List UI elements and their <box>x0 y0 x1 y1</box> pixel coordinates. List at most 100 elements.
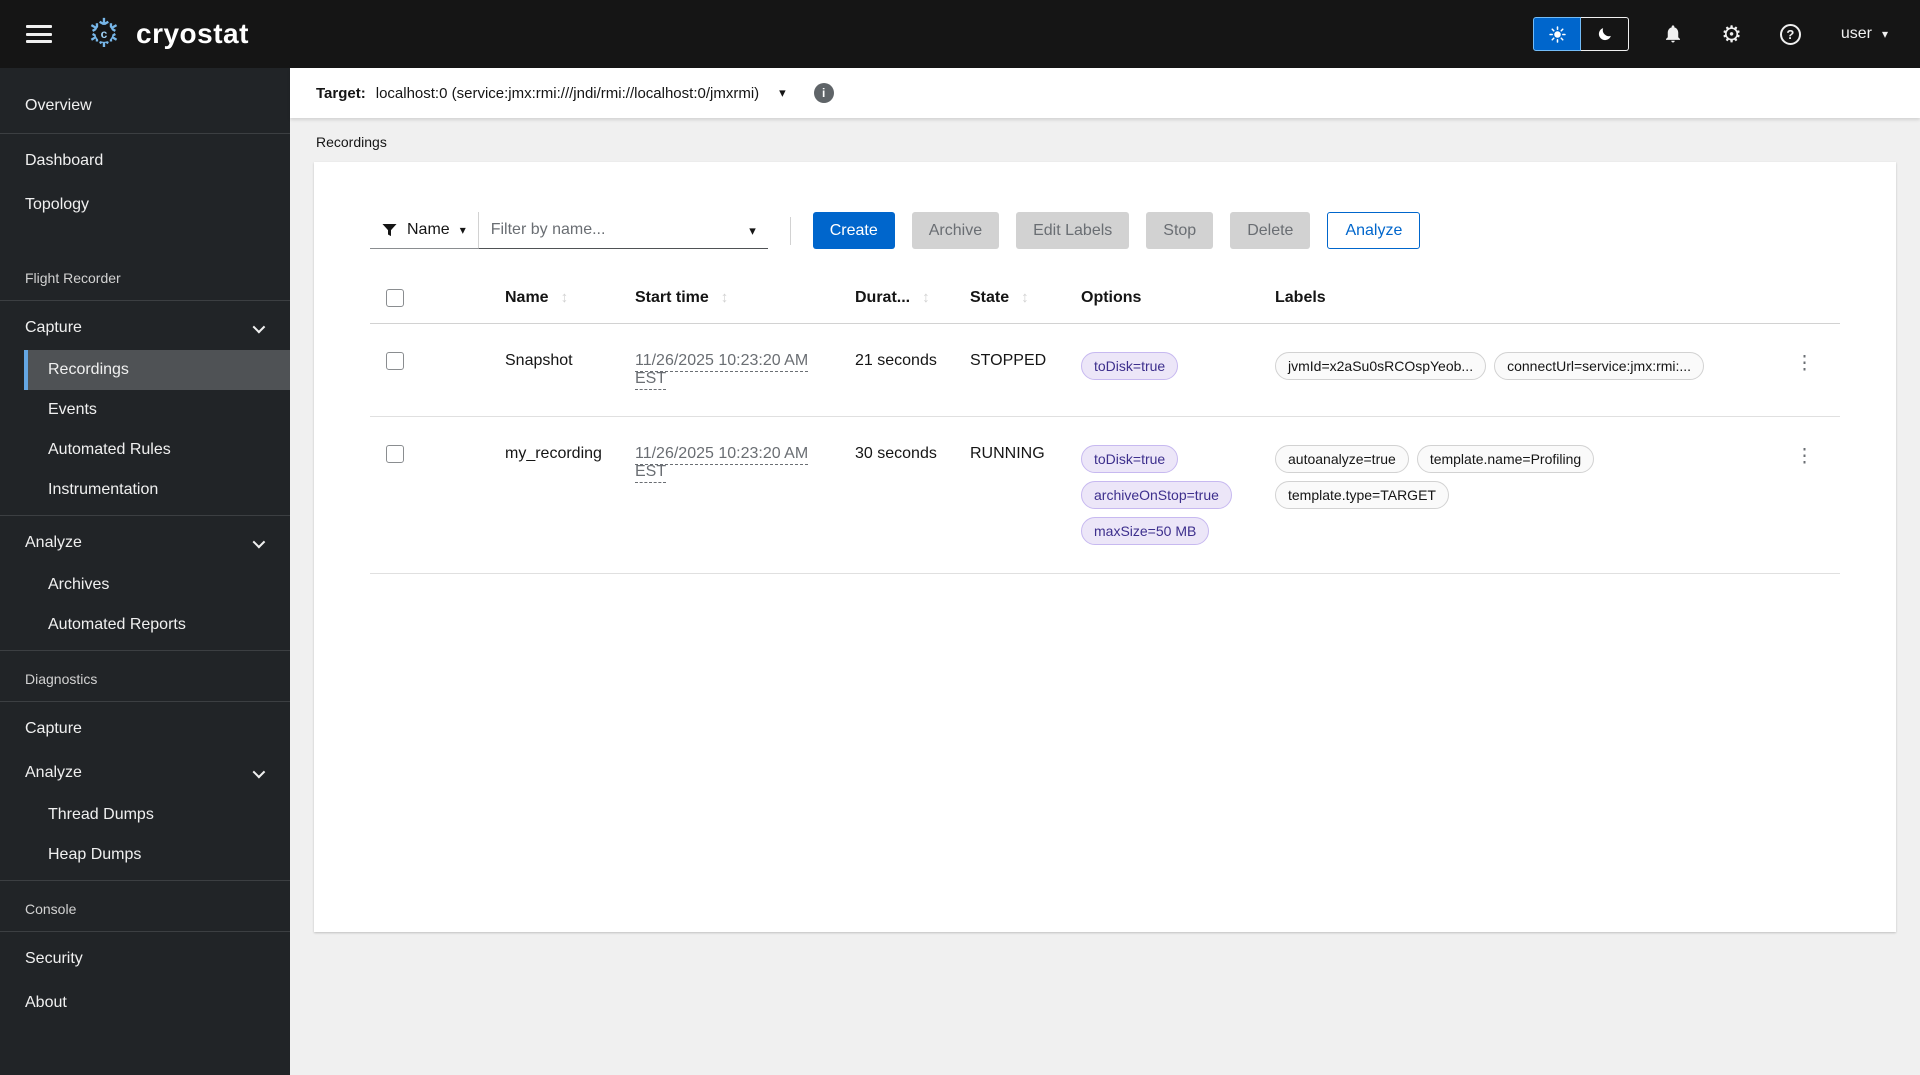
column-header-start-time: Start time ↕ <box>619 279 839 325</box>
column-header-options: Options <box>1065 279 1259 325</box>
settings-gear-icon[interactable]: ⚙ <box>1717 19 1746 49</box>
table-body: Snapshot 11/26/2025 10:23:20 AM EST 21 sec… <box>370 323 1840 575</box>
archive-button[interactable]: Archive <box>911 212 1000 249</box>
sidebar-divider <box>0 931 290 932</box>
column-header-label: Options <box>1081 289 1142 307</box>
sidebar-item-events[interactable]: Events <box>24 390 290 430</box>
cell-duration: 21 seconds <box>839 323 954 418</box>
analyze-button[interactable]: Analyze <box>1327 212 1421 249</box>
nav-toggle-hamburger-icon[interactable] <box>26 23 52 45</box>
sidebar-item-label: Capture <box>25 319 82 336</box>
cell-start-time: 11/26/2025 10:23:20 AM EST <box>619 416 839 575</box>
recordings-toolbar: Name ▾ ▾ Create Archive Edit Labels Stop Del… <box>370 212 1840 249</box>
sidebar-item-about[interactable]: About <box>0 981 290 1025</box>
cell-actions: ⋮ <box>1769 416 1840 575</box>
sidebar-section-title-diagnostics: Diagnostics <box>25 671 98 687</box>
sidebar-divider <box>0 300 290 301</box>
cell-options: toDisk=true archiveOnStop=true maxSize=50 … <box>1065 416 1259 575</box>
breadcrumb: Recordings <box>316 134 387 150</box>
logo-letter: c <box>95 24 113 42</box>
stop-button[interactable]: Stop <box>1146 212 1214 249</box>
sidebar-section-title-flight-recorder: Flight Recorder <box>25 270 121 286</box>
edit-labels-button[interactable]: Edit Labels <box>1016 212 1130 249</box>
chevron-down-icon <box>252 765 266 778</box>
kebab-menu-icon[interactable]: ⋮ <box>1785 352 1824 376</box>
sidebar-item-heap-dumps[interactable]: Heap Dumps <box>24 835 290 875</box>
sidebar-item-topology[interactable]: Topology <box>0 183 290 227</box>
toolbar-divider <box>789 216 791 245</box>
sidebar-divider <box>0 880 290 881</box>
sidebar-item-label: Analyze <box>25 534 82 551</box>
delete-button[interactable]: Delete <box>1230 212 1311 249</box>
sidebar-divider <box>0 515 290 516</box>
toolbar-actions: Create Archive Edit Labels Stop Delete Analyz… <box>812 212 1421 249</box>
recording-label: connectUrl=service:jmx:rmi:... <box>1494 352 1705 381</box>
filter-attribute-select[interactable]: Name ▾ <box>370 212 478 249</box>
target-info-icon[interactable]: i <box>813 83 834 103</box>
masthead: ❄ c cryostat <box>0 0 1920 68</box>
cell-options: toDisk=true <box>1065 323 1259 418</box>
row-checkbox[interactable] <box>386 352 404 371</box>
sidebar-item-instrumentation[interactable]: Instrumentation <box>24 470 290 510</box>
column-header-label: Start time <box>635 289 709 307</box>
main-content: Target: localhost:0 (service:jmx:rmi:///… <box>290 68 1920 1075</box>
cell-state: STOPPED <box>954 323 1065 418</box>
sidebar-item-automated-reports[interactable]: Automated Reports <box>24 605 290 645</box>
option-label: toDisk=true <box>1081 352 1179 381</box>
row-checkbox[interactable] <box>386 445 404 464</box>
recording-label: template.type=TARGET <box>1275 481 1449 510</box>
help-icon[interactable]: ? <box>1776 20 1805 49</box>
notifications-bell-icon[interactable] <box>1659 20 1687 48</box>
sidebar-item-diagnostics-analyze[interactable]: Analyze <box>0 751 290 795</box>
light-theme-sun-icon[interactable] <box>1533 17 1582 51</box>
filter-attribute-label: Name <box>407 221 450 238</box>
start-time-value: 11/26/2025 10:23:20 AM EST <box>635 445 809 484</box>
sidebar-divider <box>0 701 290 702</box>
caret-down-icon: ▾ <box>1881 27 1888 41</box>
table-header-row: Name ↕ Start time ↕ Durat... ↕ State ↕ Options La… <box>370 279 1840 325</box>
sidebar-item-thread-dumps[interactable]: Thread Dumps <box>24 795 290 835</box>
sidebar-item-automated-rules[interactable]: Automated Rules <box>24 430 290 470</box>
sidebar-item-security[interactable]: Security <box>0 937 290 981</box>
recording-label: autoanalyze=true <box>1275 445 1409 474</box>
user-menu[interactable]: user ▾ <box>1835 24 1894 44</box>
filter-by-name-input[interactable] <box>477 212 768 249</box>
dark-theme-moon-icon[interactable] <box>1581 17 1630 51</box>
column-header-labels: Labels <box>1259 279 1769 325</box>
sort-icon[interactable]: ↕ <box>922 289 930 306</box>
cell-actions: ⋮ <box>1769 323 1840 418</box>
recording-label: template.name=Profiling <box>1416 445 1595 474</box>
sort-icon[interactable]: ↕ <box>1021 289 1029 306</box>
sidebar-item-overview[interactable]: Overview <box>0 84 290 128</box>
create-button[interactable]: Create <box>812 212 895 249</box>
recordings-table: Name ↕ Start time ↕ Durat... ↕ State ↕ Options La… <box>370 279 1840 575</box>
sidebar-item-analyze[interactable]: Analyze <box>0 521 290 565</box>
kebab-menu-icon[interactable]: ⋮ <box>1785 445 1824 469</box>
sidebar-item-diagnostics-capture[interactable]: Capture <box>0 707 290 751</box>
chevron-down-icon <box>252 535 266 548</box>
sidebar-nav: Overview Dashboard Topology Flight Recorder… <box>0 68 290 1075</box>
column-header-label: Durat... <box>855 289 911 307</box>
target-select-caret-down-icon[interactable]: ▾ <box>773 84 792 102</box>
brand[interactable]: ❄ c cryostat <box>82 14 249 54</box>
target-value: localhost:0 (service:jmx:rmi:///jndi/rmi… <box>375 84 760 102</box>
cell-select <box>370 416 489 575</box>
brand-title: cryostat <box>136 18 249 49</box>
recordings-card: Name ▾ ▾ Create Archive Edit Labels Stop Del… <box>314 162 1896 932</box>
sidebar-item-dashboard[interactable]: Dashboard <box>0 139 290 183</box>
options-list: toDisk=true <box>1081 352 1243 381</box>
column-select-all <box>370 279 489 325</box>
user-menu-label: user <box>1840 25 1872 42</box>
column-header-label: State <box>970 289 1010 307</box>
cell-start-time: 11/26/2025 10:23:20 AM EST <box>619 323 839 418</box>
sidebar-item-recordings[interactable]: Recordings <box>24 350 290 390</box>
sort-icon[interactable]: ↕ <box>561 289 569 306</box>
select-all-checkbox[interactable] <box>386 289 404 307</box>
column-header-state: State ↕ <box>954 279 1065 325</box>
filter-funnel-icon <box>382 223 397 238</box>
caret-down-icon: ▾ <box>459 223 466 237</box>
theme-toggle-group <box>1533 17 1630 51</box>
sidebar-item-archives[interactable]: Archives <box>24 565 290 605</box>
sidebar-item-capture[interactable]: Capture <box>0 306 290 350</box>
sort-icon[interactable]: ↕ <box>721 289 729 306</box>
